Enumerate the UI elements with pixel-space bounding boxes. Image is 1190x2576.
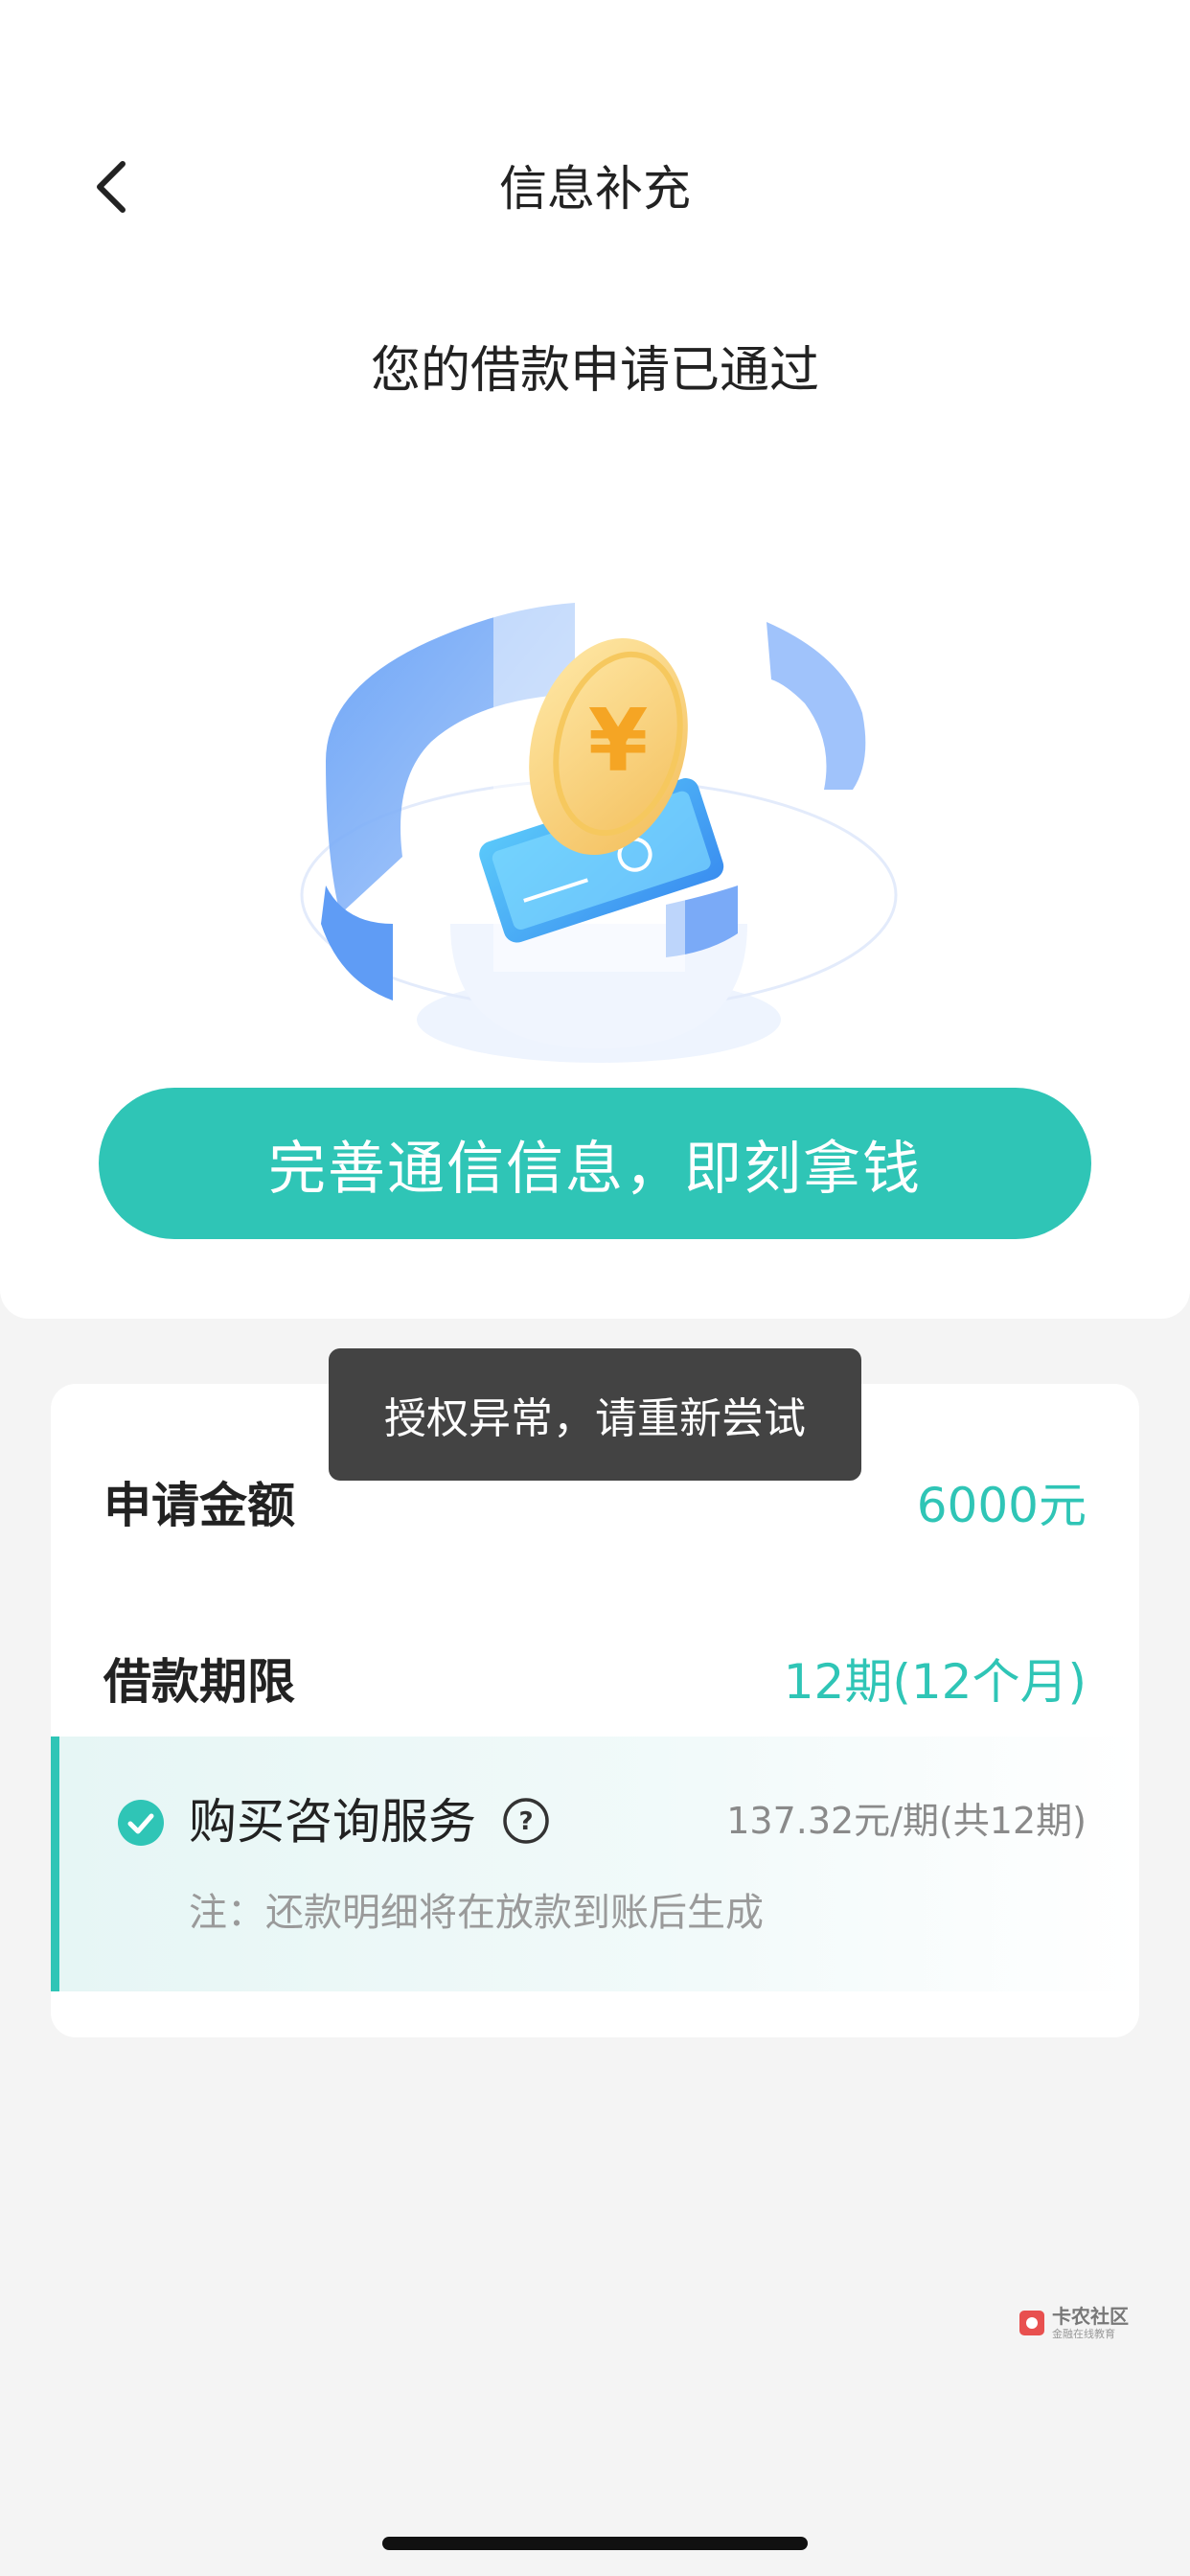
svg-text:?: ? xyxy=(518,1807,533,1836)
svg-text:¥: ¥ xyxy=(588,691,649,792)
check-circle-icon[interactable] xyxy=(118,1800,164,1846)
community-logo-icon xyxy=(1019,2311,1044,2335)
loan-detail-card: 申请金额 6000元 借款期限 12期(12个月) 购买咨询服务 ? 137.3… xyxy=(51,1384,1139,2037)
watermark: 卡农社区 金融在线教育 xyxy=(1018,2305,1142,2347)
home-indicator[interactable] xyxy=(382,2537,808,2550)
consult-service-label: 购买咨询服务 xyxy=(189,1794,476,1850)
complete-info-button[interactable]: 完善通信信息，即刻拿钱 xyxy=(99,1088,1091,1239)
amount-value: 6000元 xyxy=(916,1478,1087,1533)
error-toast: 授权异常，请重新尝试 xyxy=(329,1348,861,1481)
loan-approved-illustration: ¥ xyxy=(300,588,898,1063)
page-title: 信息补充 xyxy=(499,161,691,217)
repayment-note: 注：还款明细将在放款到账后生成 xyxy=(189,1891,764,1935)
term-label: 借款期限 xyxy=(103,1654,295,1710)
question-circle-icon[interactable]: ? xyxy=(502,1797,550,1845)
amount-label: 申请金额 xyxy=(103,1478,295,1533)
approval-card: 您的借款申请已通过 ¥ 完善通信信息，即刻拿钱 xyxy=(0,253,1190,1319)
consult-service-price: 137.32元/期(共12期) xyxy=(726,1800,1087,1842)
consult-service-row: 购买咨询服务 ? 137.32元/期(共12期) 注：还款明细将在放款到账后生成 xyxy=(51,1736,1139,1991)
approval-status-title: 您的借款申请已通过 xyxy=(370,342,819,400)
nav-bar: 信息补充 xyxy=(0,0,1190,253)
watermark-subtitle: 金融在线教育 xyxy=(1052,2328,1115,2340)
watermark-title: 卡农社区 xyxy=(1052,2305,1129,2328)
term-value[interactable]: 12期(12个月) xyxy=(784,1648,1087,1715)
